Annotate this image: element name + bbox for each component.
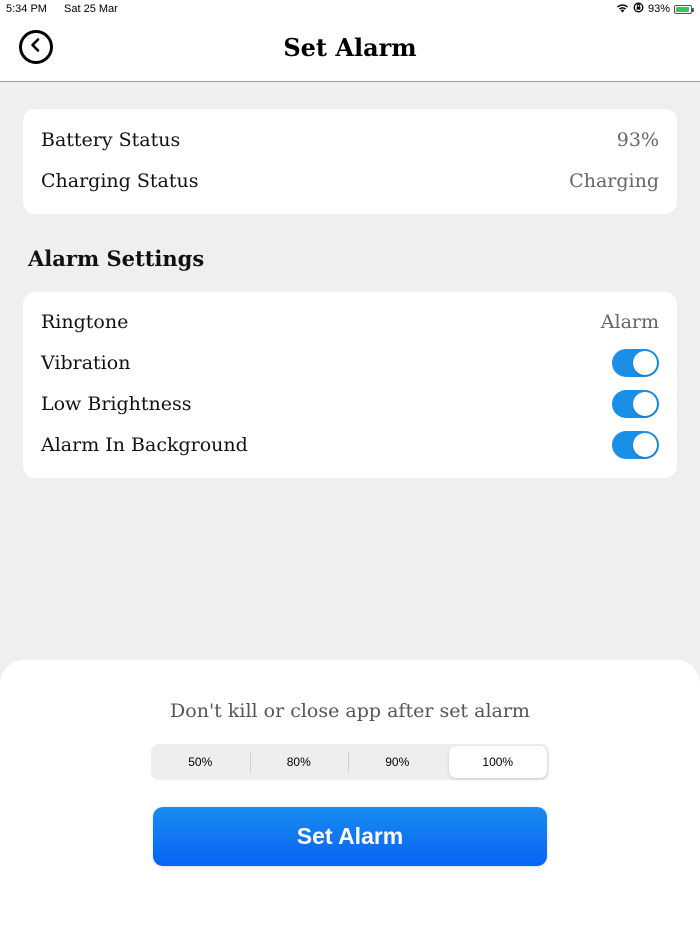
segment-50[interactable]: 50% — [151, 744, 250, 780]
charging-status-label: Charging Status — [41, 170, 199, 192]
nav-bar: Set Alarm — [0, 20, 700, 82]
low-brightness-label: Low Brightness — [41, 393, 192, 415]
battery-card: Battery Status 93% Charging Status Charg… — [23, 109, 677, 214]
battery-status-label: Battery Status — [41, 129, 181, 151]
orientation-lock-icon — [633, 2, 644, 16]
segment-90[interactable]: 90% — [348, 744, 447, 780]
ringtone-row[interactable]: Ringtone Alarm — [41, 307, 659, 337]
status-bar: 5:34 PM Sat 25 Mar 93% — [0, 0, 700, 20]
vibration-row: Vibration — [41, 348, 659, 378]
set-alarm-button[interactable]: Set Alarm — [153, 807, 547, 866]
low-brightness-toggle[interactable] — [612, 390, 659, 418]
bottom-sheet: Don't kill or close app after set alarm … — [0, 660, 700, 934]
status-right: 93% — [616, 2, 694, 16]
status-date: Sat 25 Mar — [64, 3, 118, 15]
page-title: Set Alarm — [283, 33, 417, 62]
warning-text: Don't kill or close app after set alarm — [170, 700, 530, 722]
segment-80[interactable]: 80% — [249, 744, 349, 780]
alarm-settings-card: Ringtone Alarm Vibration Low Brightness … — [23, 292, 677, 478]
charging-status-value: Charging — [569, 170, 659, 192]
low-brightness-row: Low Brightness — [41, 389, 659, 419]
battery-status-value: 93% — [616, 129, 659, 151]
alarm-settings-title: Alarm Settings — [28, 246, 205, 271]
battery-percent: 93% — [647, 3, 670, 15]
wifi-icon — [616, 3, 629, 16]
vibration-toggle[interactable] — [612, 349, 659, 377]
status-left: 5:34 PM Sat 25 Mar — [6, 3, 132, 15]
status-time: 5:34 PM — [6, 3, 47, 15]
alarm-in-background-row: Alarm In Background — [41, 430, 659, 460]
battery-charging-icon — [674, 4, 694, 14]
alarm-in-background-toggle[interactable] — [612, 431, 659, 459]
toggle-knob — [633, 433, 657, 457]
battery-status-row: Battery Status 93% — [41, 125, 659, 155]
alarm-in-background-label: Alarm In Background — [41, 434, 248, 456]
charging-status-row: Charging Status Charging — [41, 166, 659, 196]
ringtone-value[interactable]: Alarm — [601, 311, 659, 333]
vibration-label: Vibration — [41, 352, 131, 374]
ringtone-label: Ringtone — [41, 311, 129, 333]
battery-fill — [676, 6, 690, 12]
brightness-level-selector: 50% 80% 90% 100% — [151, 744, 549, 780]
toggle-knob — [633, 392, 657, 416]
segment-100[interactable]: 100% — [448, 746, 547, 778]
toggle-knob — [633, 351, 657, 375]
